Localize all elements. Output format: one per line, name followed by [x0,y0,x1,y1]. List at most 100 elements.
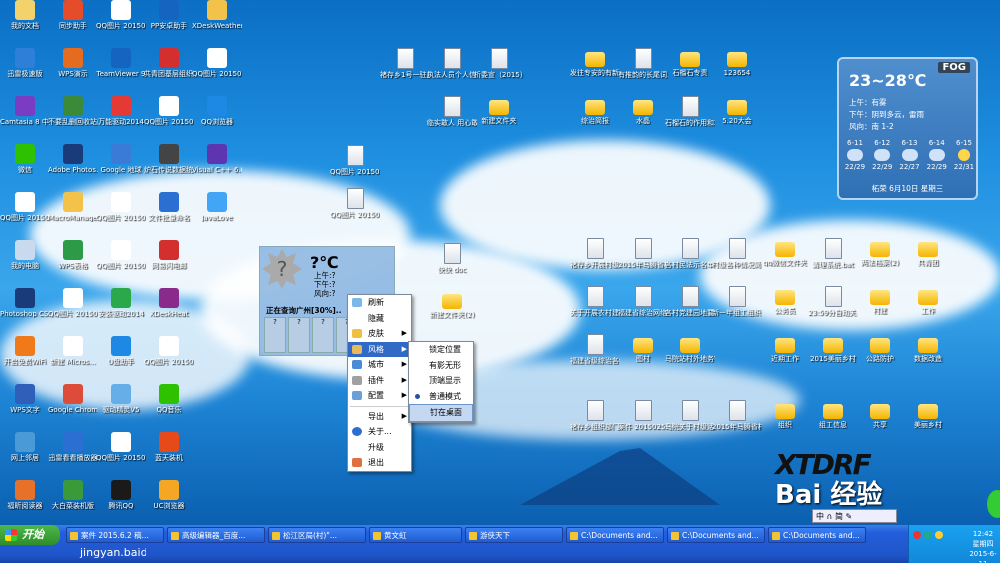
desktop-icon[interactable]: 我的电脑 [0,240,50,270]
desktop-icon[interactable]: QQ图片 201506111... [330,188,380,219]
desktop-icon[interactable]: XDeskHeat [144,288,194,318]
desktop-icon[interactable]: 共青团基层组织数据平 [144,48,194,78]
desktop-icon[interactable]: QQ图片 201506111... [144,96,194,126]
desktop-icon[interactable]: 马院站村外地务镇 [665,334,715,363]
desktop-icon[interactable]: 清理系统.bat [808,238,858,269]
desktop-icon[interactable]: 近期工作 [760,334,810,363]
desktop-icon[interactable]: 福建省级综治各级工作报告 [570,334,620,365]
desktop-icon[interactable]: 褚存乡组织部门一览 [570,400,620,431]
desktop-icon[interactable]: QQ音乐 [144,384,194,414]
desktop-icon[interactable]: 驱动精灵V5 [96,384,146,414]
desktop-icon[interactable]: Visual C++ 6.0 [192,144,242,174]
desktop-icon[interactable]: 迅雷极速版 [0,48,50,78]
desktop-icon[interactable]: 褚存乡1号一驻点村汇总 [380,48,430,79]
desktop-icon[interactable]: 共青团 [903,238,953,267]
desktop-icon[interactable]: QQ图片 201506111... [144,336,194,366]
menu-item-hide[interactable]: 隐藏 [348,311,411,327]
tray-icon[interactable] [924,531,932,539]
desktop-icon[interactable]: 我的文档 [0,0,50,30]
desktop-icon[interactable]: 同步助手 [48,0,98,30]
desktop-icon[interactable]: 美丽乡村 [903,400,953,429]
desktop-icon[interactable]: QQ图片 201506111... [96,432,146,462]
desktop-icon[interactable]: 2015美丽乡村 [808,334,858,363]
desktop-icon[interactable]: WPS演示 [48,48,98,78]
desktop-icon[interactable]: 123654 [712,48,762,77]
desktop-icon[interactable]: Google Chrome [48,384,98,414]
menu-item-style[interactable]: 风格 ▶ [348,341,411,357]
desktop-icon[interactable]: 褚存乡开展村级党组织.. [570,238,620,269]
desktop-icon[interactable]: 不要乱删回收站的东西 [48,96,98,126]
desktop-icon[interactable]: Photoshop CS3 [0,288,50,318]
submenu-item-topmost[interactable]: 顶端显示 [409,373,473,389]
desktop-icon[interactable]: 2015年马腾省村"两委".. [618,238,668,269]
desktop-icon[interactable]: 快快 doc [427,243,477,274]
menu-item-city[interactable]: 城市 ▶ [348,357,411,373]
desktop-icon[interactable]: QQ图片 201506111... [96,0,146,30]
desktop-icon[interactable]: 各村党建园地要求规定.xls [665,286,715,317]
start-button[interactable]: 开始 [0,525,60,545]
desktop-icon[interactable]: 村建 [855,286,905,315]
desktop-icon[interactable]: 组工信息 [808,400,858,429]
desktop-icon[interactable]: 开启免费WiFi [0,336,50,366]
desktop-icon[interactable]: U盘助手 [96,336,146,366]
desktop-icon[interactable]: 各村民法示名单.xls [665,238,715,269]
desktop-icon[interactable]: WPS文字 [0,384,50,414]
desktop-icon[interactable]: QQ图片 201506111... [330,145,380,176]
desktop-icon[interactable]: 村级各种情况简介.doc [712,238,762,269]
menu-item-refresh[interactable]: 刷新 [348,295,411,311]
taskbar-task[interactable]: C:\Documents and... [768,527,866,543]
desktop-icon[interactable]: 大白菜装机版 [48,480,98,510]
desktop-icon[interactable]: 两法档案(2) [855,238,905,267]
taskbar-task[interactable]: 松江区局(村)"... [268,527,366,543]
menu-item-config[interactable]: 配置 ▶ [348,388,411,404]
menu-item-exit[interactable]: 退出 [348,455,411,471]
submenu-item-lock-position[interactable]: 锁定位置 [409,342,473,358]
desktop-icon[interactable]: 公务员 [760,286,810,315]
desktop-icon[interactable]: 文件批量命名 [144,192,194,222]
desktop-icon[interactable]: QQ图片 201506111... [96,192,146,222]
desktop-icon[interactable]: WPS表格 [48,240,98,270]
desktop-icon[interactable]: 腾讯QQ [96,480,146,510]
desktop-icon[interactable]: 新一年组工组织说明.txt [712,286,762,317]
taskbar-task[interactable]: 游侠天下 [465,527,563,543]
desktop-icon[interactable]: 水晶 [618,96,668,125]
desktop-icon[interactable]: 数据改造 [903,334,953,363]
desktop-icon[interactable]: 临实敢人 用心敢事 [427,96,477,127]
desktop-icon[interactable]: 新建 Micros... [48,336,98,366]
menu-item-about[interactable]: 关于... [348,424,411,440]
menu-item-plugin[interactable]: 插件 ▶ [348,373,411,389]
desktop-icon[interactable]: 新建文件夹 [474,96,524,125]
desktop-icon[interactable]: XDeskWeather [192,0,242,30]
desktop-icon[interactable]: 执法人员个人信息登记... [427,48,477,79]
desktop-icon[interactable]: 马院关于村级活动图片 [665,400,715,431]
desktop-icon[interactable]: Adobe Photos... [48,144,98,174]
desktop-icon[interactable]: Camtasia 8 中文绿色 [0,96,50,126]
desktop-icon[interactable]: 福昕阅读器 [0,480,50,510]
tray-icons[interactable] [913,531,943,539]
weather-widget[interactable]: FOG 23~28℃ 上午：有雾 下午：阴到多云，雷雨 风向：南 1-2 6-1… [837,57,978,200]
desktop-icon[interactable]: 23:59分自动关机.bat [808,286,858,317]
menu-item-upgrade[interactable]: 升级 [348,440,411,456]
desktop-icon[interactable]: 网上邻居 [0,432,50,462]
desktop-icon[interactable]: 公路防护 [855,334,905,363]
desktop-icon[interactable]: 炉石传说数据统计 [144,144,194,174]
desktop-icon[interactable]: 微信 [0,144,50,174]
desktop-icon[interactable]: 5.20大会 [712,96,762,125]
desktop-icon[interactable]: 石榴石专责 [665,48,715,77]
desktop-icon[interactable]: 2015年马腾省村主任大报告 [712,400,762,431]
menu-item-skin[interactable]: 皮肤 ▶ [348,326,411,342]
ime-toolbar[interactable]: 中 ∩ 简 ✎ [812,509,897,523]
desktop-icon[interactable]: UC浏览器 [144,480,194,510]
taskbar-task[interactable]: C:\Documents and... [566,527,664,543]
desktop-icon[interactable]: qq微信文件夹 [760,238,810,267]
desktop-icon[interactable]: 迅雷看看播放器 [48,432,98,462]
submenu-item-shadowless[interactable]: 有影无形 [409,358,473,374]
desktop-icon[interactable]: 图村 [618,334,668,363]
desktop-icon[interactable]: 石榴石的作用和功效 [665,96,715,127]
desktop-icon[interactable]: JavaLove [192,192,242,222]
desktop-icon[interactable]: 福建省综治网络员信息库 [618,286,668,317]
desktop-icon[interactable]: MacroManager [48,192,98,222]
desktop-icon[interactable]: 安装驱动2014 [96,288,146,318]
desktop-icon[interactable]: 发往专安的有新闻报道 [570,48,620,77]
taskbar-task[interactable]: 案件 2015.6.2 稿... [66,527,164,543]
